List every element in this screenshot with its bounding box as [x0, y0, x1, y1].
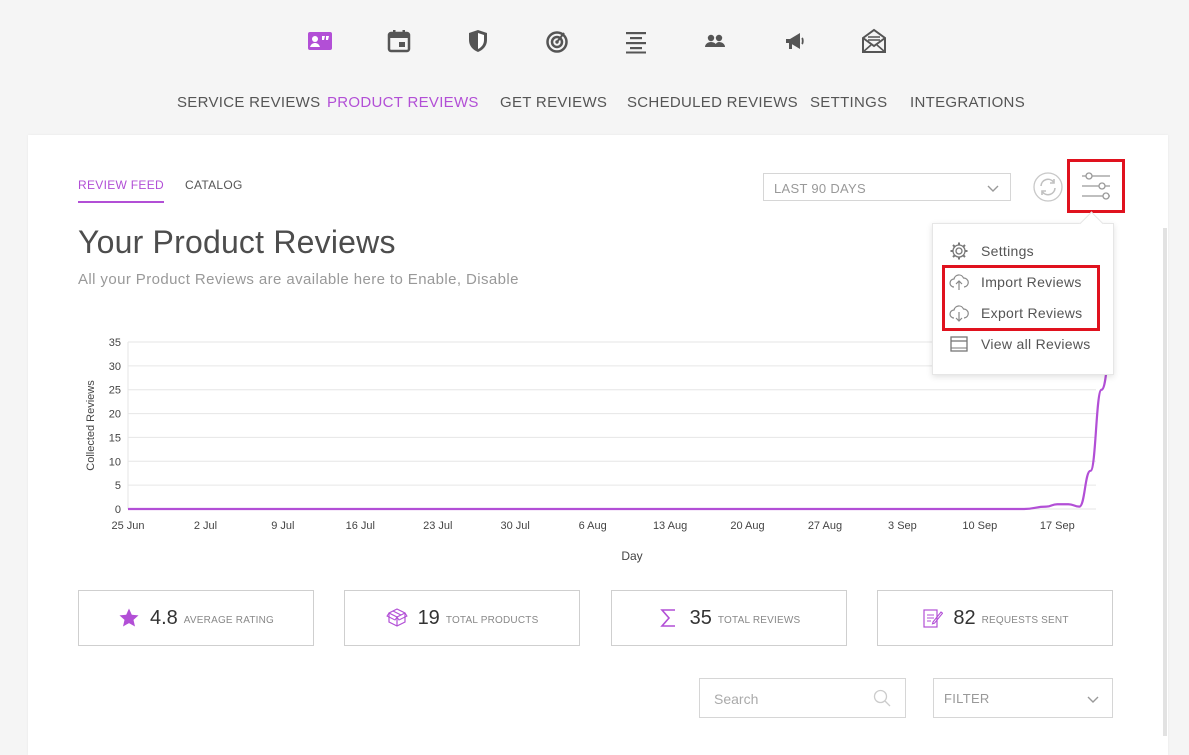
- stat-label: TOTAL PRODUCTS: [445, 614, 539, 626]
- app-icon-bar: [0, 26, 1189, 56]
- tab-catalog[interactable]: CATALOG: [185, 178, 243, 201]
- box-icon: [385, 608, 408, 627]
- scrollbar[interactable]: [1163, 228, 1167, 736]
- x-tick-label: 25 Jun: [111, 520, 144, 532]
- menu-item-label: Import Reviews: [981, 274, 1082, 290]
- top-navigation: SERVICE REVIEWS PRODUCT REVIEWS GET REVI…: [0, 0, 1189, 135]
- x-tick-label: 17 Sep: [1040, 520, 1075, 532]
- x-tick-label: 3 Sep: [888, 520, 917, 532]
- x-tick-label: 16 Jul: [346, 520, 375, 532]
- main-nav: SERVICE REVIEWS PRODUCT REVIEWS GET REVI…: [0, 94, 1189, 114]
- search-input[interactable]: [700, 679, 876, 719]
- chevron-down-icon: [987, 185, 999, 192]
- refresh-icon: [1033, 172, 1063, 202]
- align-center-icon[interactable]: [621, 26, 651, 56]
- shield-icon[interactable]: [463, 26, 493, 56]
- page-subtitle: All your Product Reviews are available h…: [78, 271, 519, 288]
- menu-item-export-reviews[interactable]: Export Reviews: [949, 302, 1082, 324]
- menu-item-import-reviews[interactable]: Import Reviews: [949, 271, 1082, 293]
- request-icon: [923, 609, 944, 628]
- nav-scheduled-reviews[interactable]: SCHEDULED REVIEWS: [627, 94, 798, 111]
- megaphone-icon[interactable]: [779, 26, 809, 56]
- x-tick-label: 23 Jul: [423, 520, 452, 532]
- y-tick-label: 35: [109, 337, 121, 349]
- refresh-button[interactable]: [1033, 172, 1063, 202]
- stat-average-rating: 4.8 AVERAGE RATING: [78, 590, 314, 646]
- y-tick-label: 30: [109, 361, 121, 373]
- stat-label: AVERAGE RATING: [183, 614, 275, 626]
- y-tick-label: 25: [109, 385, 121, 397]
- menu-item-label: Export Reviews: [981, 305, 1083, 321]
- people-icon[interactable]: [700, 26, 730, 56]
- nav-product-reviews[interactable]: PRODUCT REVIEWS: [327, 94, 479, 111]
- filter-value: FILTER: [944, 691, 990, 706]
- search-icon[interactable]: [873, 689, 891, 707]
- search-box: [699, 678, 906, 719]
- nav-integrations[interactable]: INTEGRATIONS: [910, 94, 1025, 111]
- sliders-icon: [1082, 172, 1110, 200]
- options-dropdown: Settings Import Reviews Export Reviews V…: [932, 211, 1114, 375]
- y-tick-label: 5: [115, 480, 121, 492]
- y-tick-label: 10: [109, 456, 121, 468]
- date-range-value: LAST 90 DAYS: [774, 181, 866, 196]
- star-icon: [119, 608, 139, 627]
- cloud-download-icon: [949, 305, 969, 322]
- menu-item-view-all-reviews[interactable]: View all Reviews: [949, 333, 1091, 355]
- x-tick-label: 10 Sep: [962, 520, 997, 532]
- x-tick-label: 30 Jul: [501, 520, 530, 532]
- nav-settings[interactable]: SETTINGS: [810, 94, 887, 111]
- stat-value: 82: [953, 606, 976, 629]
- stat-label: REQUESTS SENT: [981, 614, 1069, 626]
- stat-value: 4.8: [149, 606, 178, 629]
- x-tick-label: 27 Aug: [808, 520, 842, 532]
- date-range-select[interactable]: LAST 90 DAYS: [763, 173, 1011, 201]
- menu-item-settings[interactable]: Settings: [949, 240, 1034, 262]
- stat-total-reviews: 35 TOTAL REVIEWS: [611, 590, 847, 646]
- tab-review-feed[interactable]: REVIEW FEED: [78, 178, 164, 203]
- cloud-upload-icon: [949, 274, 969, 290]
- x-tick-label: 13 Aug: [653, 520, 687, 532]
- x-tick-label: 9 Jul: [271, 520, 294, 532]
- calendar-icon[interactable]: [384, 26, 414, 56]
- sigma-icon: [659, 609, 675, 627]
- envelope-icon[interactable]: [859, 26, 889, 56]
- contact-card-icon[interactable]: [305, 26, 335, 56]
- x-tick-label: 6 Aug: [579, 520, 607, 532]
- y-tick-label: 15: [109, 432, 121, 444]
- stat-value: 19: [417, 606, 440, 629]
- nav-get-reviews[interactable]: GET REVIEWS: [500, 94, 607, 111]
- chevron-down-icon: [1087, 696, 1099, 703]
- options-button[interactable]: [1067, 159, 1125, 213]
- menu-item-label: View all Reviews: [981, 336, 1091, 352]
- y-tick-label: 20: [109, 409, 121, 421]
- gear-icon: [950, 242, 968, 260]
- stat-label: TOTAL REVIEWS: [717, 614, 801, 626]
- menu-item-label: Settings: [981, 243, 1034, 259]
- page-title: Your Product Reviews: [78, 224, 396, 260]
- stat-value: 35: [689, 606, 712, 629]
- y-axis-label: Collected Reviews: [85, 380, 97, 471]
- filter-select[interactable]: FILTER: [933, 678, 1113, 718]
- x-tick-label: 2 Jul: [194, 520, 217, 532]
- stat-requests-sent: 82 REQUESTS SENT: [877, 590, 1113, 646]
- window-icon: [950, 336, 968, 352]
- stat-total-products: 19 TOTAL PRODUCTS: [344, 590, 580, 646]
- x-axis-label: Day: [621, 549, 642, 563]
- nav-service-reviews[interactable]: SERVICE REVIEWS: [177, 94, 320, 111]
- target-icon[interactable]: [542, 26, 572, 56]
- x-tick-label: 20 Aug: [730, 520, 764, 532]
- y-tick-label: 0: [115, 504, 121, 516]
